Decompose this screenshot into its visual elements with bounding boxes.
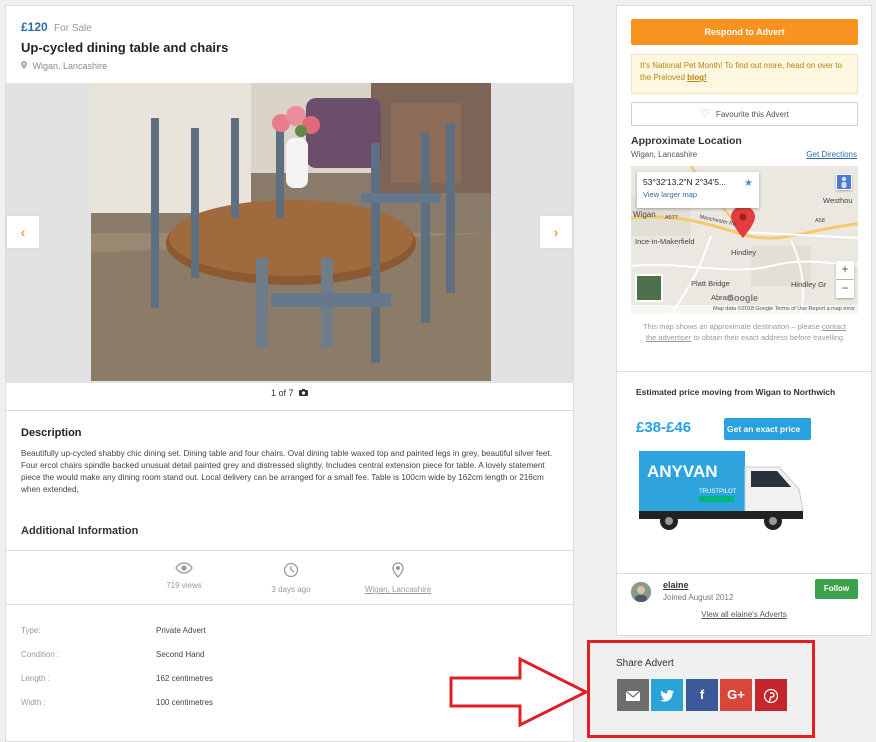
clock-icon bbox=[246, 562, 336, 580]
listing-title: Up-cycled dining table and chairs bbox=[21, 40, 229, 55]
listing-panel: £120 For Sale Up-cycled dining table and… bbox=[5, 5, 574, 742]
camera-icon bbox=[299, 388, 309, 398]
age-stat: 3 days ago bbox=[246, 562, 336, 594]
spec-value: 100 centimetres bbox=[156, 698, 213, 707]
map-label-platt-bridge: Platt Bridge bbox=[691, 279, 730, 288]
annotation-arrow-icon bbox=[449, 656, 590, 728]
follow-button[interactable]: Follow bbox=[815, 579, 858, 599]
avatar[interactable] bbox=[631, 582, 651, 602]
spec-value: 162 centimetres bbox=[156, 674, 213, 683]
seller-joined: Joined August 2012 bbox=[663, 593, 734, 602]
listing-location-text: Wigan, Lancashire bbox=[32, 61, 108, 71]
get-directions-link[interactable]: Get Directions bbox=[806, 150, 857, 159]
spec-row: Type: Private Advert bbox=[21, 626, 421, 650]
advert-sidebar: Respond to Advert It's National Pet Mont… bbox=[616, 5, 872, 636]
views-count: 719 views bbox=[166, 581, 202, 590]
map-label-hindley: Hindley bbox=[731, 248, 757, 257]
gallery-counter: 1 of 7 bbox=[6, 388, 573, 398]
photo-gallery: ‹ › bbox=[6, 83, 573, 383]
view-larger-map-link[interactable]: View larger map bbox=[643, 190, 753, 199]
street-view-icon[interactable] bbox=[836, 174, 852, 190]
favourite-button[interactable]: ♡ Favourite this Advert bbox=[631, 102, 858, 126]
map-info-card: 53°32'13.2"N 2°34'5... View larger map ★ bbox=[637, 172, 759, 208]
divider bbox=[617, 573, 871, 574]
share-highlight-box bbox=[587, 640, 815, 738]
map-label-a577: A577 bbox=[665, 215, 678, 221]
map-label-wigan: Wigan bbox=[633, 210, 656, 219]
map-label-westhoughton: Westhou bbox=[823, 196, 853, 205]
approx-location-heading: Approximate Location bbox=[631, 135, 742, 147]
spec-key: Type: bbox=[21, 626, 41, 635]
posted-age: 3 days ago bbox=[271, 585, 311, 594]
pet-month-notice: It's National Pet Month! To find out mor… bbox=[631, 54, 858, 94]
gallery-counter-text: 1 of 7 bbox=[270, 388, 294, 398]
notice-text: It's National Pet Month! To find out mor… bbox=[640, 61, 842, 82]
spec-row: Width : 100 centimetres bbox=[21, 698, 421, 722]
map-zoom-out-button[interactable]: − bbox=[836, 280, 854, 298]
van-brand: ANYVAN bbox=[647, 462, 718, 481]
map-label-a58: A58 bbox=[815, 218, 825, 224]
map-label-hindley-green: Hindley Gr bbox=[791, 280, 827, 289]
eye-icon bbox=[139, 562, 229, 576]
divider bbox=[617, 371, 871, 372]
blog-link[interactable]: blog! bbox=[687, 73, 707, 82]
star-icon[interactable]: ★ bbox=[744, 178, 753, 189]
advert-stats: 719 views 3 days ago Wigan, Lancashire bbox=[6, 558, 573, 604]
spec-key: Length : bbox=[21, 674, 50, 683]
spec-value: Private Advert bbox=[156, 626, 206, 635]
map-note-part: to obtain their exact address before tra… bbox=[691, 332, 844, 342]
location-pin-icon bbox=[21, 61, 27, 71]
moving-estimate-price: £38-£46 bbox=[636, 419, 692, 436]
description-text: Beautifully up-cycled shabby chic dining… bbox=[21, 449, 552, 494]
moving-estimate-heading: Estimated price moving from Wigan to Nor… bbox=[636, 387, 836, 397]
map-pin-icon bbox=[353, 562, 443, 580]
spec-row: Length : 162 centimetres bbox=[21, 674, 421, 698]
map-coords: 53°32'13.2"N 2°34'5... bbox=[643, 177, 727, 187]
listing-header: £120 For Sale Up-cycled dining table and… bbox=[6, 6, 573, 83]
van-trustpilot: TRUSTPILOT bbox=[699, 489, 737, 495]
listing-location: Wigan, Lancashire bbox=[21, 61, 558, 71]
approx-location-town: Wigan, Lancashire bbox=[631, 150, 698, 159]
exact-price-button[interactable]: Get an exact price bbox=[724, 418, 811, 440]
divider bbox=[6, 410, 573, 411]
favourite-label: Favourite this Advert bbox=[715, 110, 789, 119]
views-stat: 719 views bbox=[139, 562, 229, 590]
spec-key: Condition : bbox=[21, 650, 60, 659]
spec-value: Second Hand bbox=[156, 650, 205, 659]
advert-page: £120 For Sale Up-cycled dining table and… bbox=[0, 0, 876, 742]
view-all-adverts-link[interactable]: View all elaine's Adverts bbox=[617, 610, 871, 619]
anyvan-van-image[interactable]: ANYVAN TRUSTPILOT bbox=[639, 449, 807, 533]
for-sale-label: For Sale bbox=[54, 23, 92, 34]
gallery-next-button[interactable]: › bbox=[539, 215, 573, 249]
listing-price: £120 bbox=[21, 20, 48, 34]
listing-photo[interactable] bbox=[91, 83, 491, 381]
map-zoom-in-button[interactable]: + bbox=[836, 261, 854, 279]
divider bbox=[6, 550, 573, 551]
spec-key: Width : bbox=[21, 698, 46, 707]
location-map[interactable]: 53°32'13.2"N 2°34'5... View larger map ★… bbox=[631, 166, 858, 314]
stat-location-link[interactable]: Wigan, Lancashire bbox=[365, 585, 431, 594]
location-stat[interactable]: Wigan, Lancashire bbox=[353, 562, 443, 594]
specs-table: Type: Private Advert Condition : Second … bbox=[21, 626, 421, 722]
map-note: This map shows an approximate destinatio… bbox=[637, 322, 852, 343]
heart-icon: ♡ bbox=[700, 108, 710, 120]
satellite-toggle[interactable] bbox=[635, 274, 663, 302]
divider bbox=[6, 604, 573, 605]
map-note-part: This map shows an approximate destinatio… bbox=[642, 322, 822, 331]
google-logo: Google bbox=[727, 293, 758, 303]
map-footer: Map data ©2018 Google Terms of Use Repor… bbox=[631, 305, 858, 314]
map-label-ince: Ince-in-Makerfield bbox=[635, 237, 695, 246]
respond-button[interactable]: Respond to Advert bbox=[631, 19, 858, 45]
gallery-prev-button[interactable]: ‹ bbox=[6, 215, 40, 249]
additional-info-heading: Additional Information bbox=[21, 525, 139, 537]
description-heading: Description bbox=[21, 427, 82, 439]
seller-name[interactable]: elaine bbox=[663, 580, 689, 590]
spec-row: Condition : Second Hand bbox=[21, 650, 421, 674]
